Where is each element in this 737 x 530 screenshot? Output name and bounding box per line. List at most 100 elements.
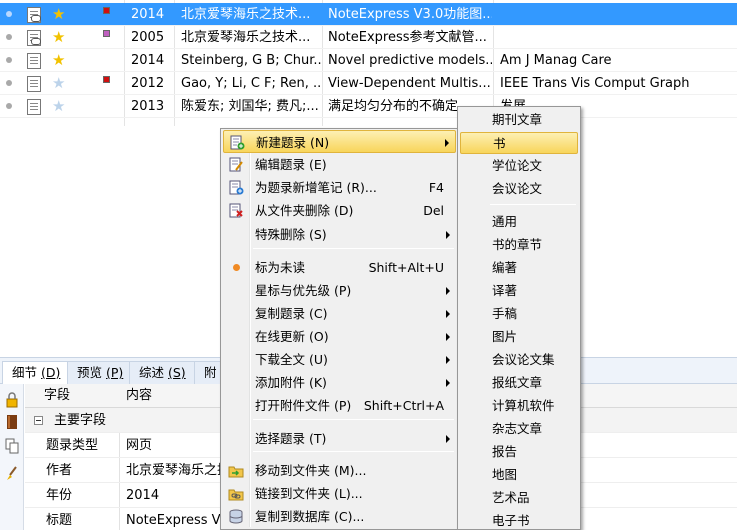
menu-item-select-records[interactable]: 选择题录 (T) xyxy=(223,427,456,450)
move-to-folder-icon xyxy=(228,463,244,478)
menu-item-download-fulltext[interactable]: 下载全文 (U) xyxy=(223,348,456,371)
star-icon[interactable]: ★ xyxy=(52,5,65,23)
menu-item-label: 标为未读 xyxy=(255,260,306,275)
menu-item-label: 星标与优先级 (P) xyxy=(255,283,352,298)
submenu-item-label: 电子书 xyxy=(492,513,530,528)
menu-item-online-update[interactable]: 在线更新 (O) xyxy=(223,325,456,348)
brush-icon[interactable] xyxy=(5,466,19,482)
read-status-icon xyxy=(6,11,12,17)
menu-item-label: 移动到文件夹 (M)... xyxy=(255,463,367,478)
header-content: 内容 xyxy=(126,388,153,403)
submenu-item[interactable]: 图片 xyxy=(460,326,578,348)
star-icon[interactable]: ★ xyxy=(52,51,65,69)
submenu-item-label: 手稿 xyxy=(492,306,518,321)
reference-row[interactable]: ★ 2014 Steinberg, G B; Chur... Novel predic… xyxy=(0,49,737,72)
submenu-item-label: 编著 xyxy=(492,260,518,275)
menu-item-edit-record[interactable]: 编辑题录 (E) xyxy=(223,153,456,176)
submenu-item[interactable]: 计算机软件 xyxy=(460,395,578,417)
submenu-item[interactable]: 书的章节 xyxy=(460,234,578,256)
submenu-item[interactable]: 杂志文章 xyxy=(460,418,578,440)
menu-separator xyxy=(253,451,454,452)
tab-preview[interactable]: 预览 (P) xyxy=(67,361,134,385)
tab-key: (P) xyxy=(106,365,124,380)
book-icon[interactable] xyxy=(5,414,19,430)
read-status-icon xyxy=(6,80,12,86)
cell-title: Novel predictive models... xyxy=(328,53,492,68)
submenu-item-label: 会议论文 xyxy=(492,181,543,196)
reference-row[interactable]: ★ 2014 北京爱琴海乐之技术... NoteExpress V3.0功能图... xyxy=(0,3,737,26)
submenu-item[interactable]: 手稿 xyxy=(460,303,578,325)
submenu-item[interactable]: 报纸文章 xyxy=(460,372,578,394)
copy-icon[interactable] xyxy=(5,438,19,454)
menu-separator xyxy=(253,248,454,249)
submenu-arrow-icon xyxy=(446,310,450,318)
submenu-item[interactable]: 地图 xyxy=(460,464,578,486)
menu-item-new-record[interactable]: 新建题录 (N) xyxy=(223,130,456,153)
submenu-item-label: 书的章节 xyxy=(492,237,543,252)
submenu-item[interactable]: 期刊文章 xyxy=(460,109,578,131)
menu-item-label: 新建题录 (N) xyxy=(256,135,330,150)
menu-item-label: 添加附件 (K) xyxy=(255,375,327,390)
menu-item-open-attachment[interactable]: 打开附件文件 (P) Shift+Ctrl+A xyxy=(223,394,456,417)
menu-separator xyxy=(253,419,454,420)
delete-from-folder-icon xyxy=(228,203,244,218)
submenu-item[interactable]: 会议论文集 xyxy=(460,349,578,371)
cell-year: 2014 xyxy=(131,53,165,68)
menu-item-link-to-folder[interactable]: 链接到文件夹 (L)... xyxy=(223,482,456,505)
cell-author: Gao, Y; Li, C F; Ren, ... xyxy=(181,76,321,91)
reference-row[interactable]: ★ 2012 Gao, Y; Li, C F; Ren, ... View-Depen… xyxy=(0,72,737,95)
menu-item-special-delete[interactable]: 特殊删除 (S) xyxy=(223,223,456,246)
cell-journal xyxy=(500,3,736,26)
document-icon xyxy=(27,99,41,115)
menu-item-star-priority[interactable]: 星标与优先级 (P) xyxy=(223,279,456,302)
cell-year: 2005 xyxy=(131,30,165,45)
menu-item-copy-to-database[interactable]: 复制到数据库 (C)... xyxy=(223,505,456,528)
menu-item-copy-record[interactable]: 复制题录 (C) xyxy=(223,302,456,325)
star-icon[interactable]: ★ xyxy=(52,28,65,46)
link-to-folder-icon xyxy=(228,486,244,501)
submenu-item-label: 图片 xyxy=(492,329,518,344)
add-note-icon xyxy=(228,180,244,195)
menu-item-shortcut: Shift+Ctrl+A xyxy=(363,398,444,413)
submenu-arrow-icon xyxy=(446,231,450,239)
menu-item-delete-from-folder[interactable]: 从文件夹删除 (D) Del xyxy=(223,199,456,222)
cell-title: View-Dependent Multis... xyxy=(328,76,491,91)
edit-record-icon xyxy=(228,157,244,172)
header-field: 字段 xyxy=(44,388,71,403)
tab-details[interactable]: 细节 (D) xyxy=(2,361,71,386)
cell-author: 北京爱琴海乐之技术... xyxy=(181,7,311,22)
submenu-item[interactable]: 通用 xyxy=(460,211,578,233)
document-icon xyxy=(27,76,41,92)
read-status-icon xyxy=(6,34,12,40)
field-name: 标题 xyxy=(46,513,73,528)
reference-row[interactable]: ★ 2005 北京爱琴海乐之技术... NoteExpress参考文献管... xyxy=(0,26,737,49)
lock-icon[interactable] xyxy=(5,392,19,408)
menu-item-mark-unread[interactable]: 标为未读 Shift+Alt+U xyxy=(223,256,456,279)
collapse-icon[interactable] xyxy=(34,416,43,425)
submenu-item[interactable]: 报告 xyxy=(460,441,578,463)
cell-author: Steinberg, G B; Chur... xyxy=(181,53,321,68)
field-value: 2014 xyxy=(126,488,160,503)
color-tag-icon xyxy=(103,30,110,37)
submenu-item[interactable]: 艺术品 xyxy=(460,487,578,509)
reference-row[interactable]: ★2013陈爱东; 刘国华; 费凡;...满足均匀分布的不确定...发展 xyxy=(0,95,737,118)
submenu-item[interactable]: 译著 xyxy=(460,280,578,302)
submenu-item[interactable]: 编著 xyxy=(460,257,578,279)
cell-year: 2013 xyxy=(131,99,165,114)
reference-list[interactable]: ★ 2014 北京爱琴海乐之技术... NoteExpress V3.0功能图... ★… xyxy=(0,0,737,126)
submenu-item[interactable]: 书 xyxy=(460,132,578,154)
submenu-item[interactable]: 会议论文 xyxy=(460,178,578,200)
star-icon[interactable]: ★ xyxy=(52,97,65,115)
tab-label: 细节 xyxy=(12,365,38,380)
menu-item-add-note[interactable]: 为题录新增笔记 (R)... F4 xyxy=(223,176,456,199)
color-tag-icon xyxy=(103,76,110,83)
submenu-item[interactable]: 电子书 xyxy=(460,510,578,530)
field-name: 年份 xyxy=(46,488,73,503)
menu-item-move-to-folder[interactable]: 移动到文件夹 (M)... xyxy=(223,459,456,482)
menu-item-add-attachment[interactable]: 添加附件 (K) xyxy=(223,371,456,394)
submenu-item[interactable]: 学位论文 xyxy=(460,155,578,177)
submenu-item-label: 计算机软件 xyxy=(492,398,555,413)
menu-item-shortcut: Del xyxy=(423,203,444,218)
star-icon[interactable]: ★ xyxy=(52,74,65,92)
tab-summary[interactable]: 综述 (S) xyxy=(129,361,196,385)
